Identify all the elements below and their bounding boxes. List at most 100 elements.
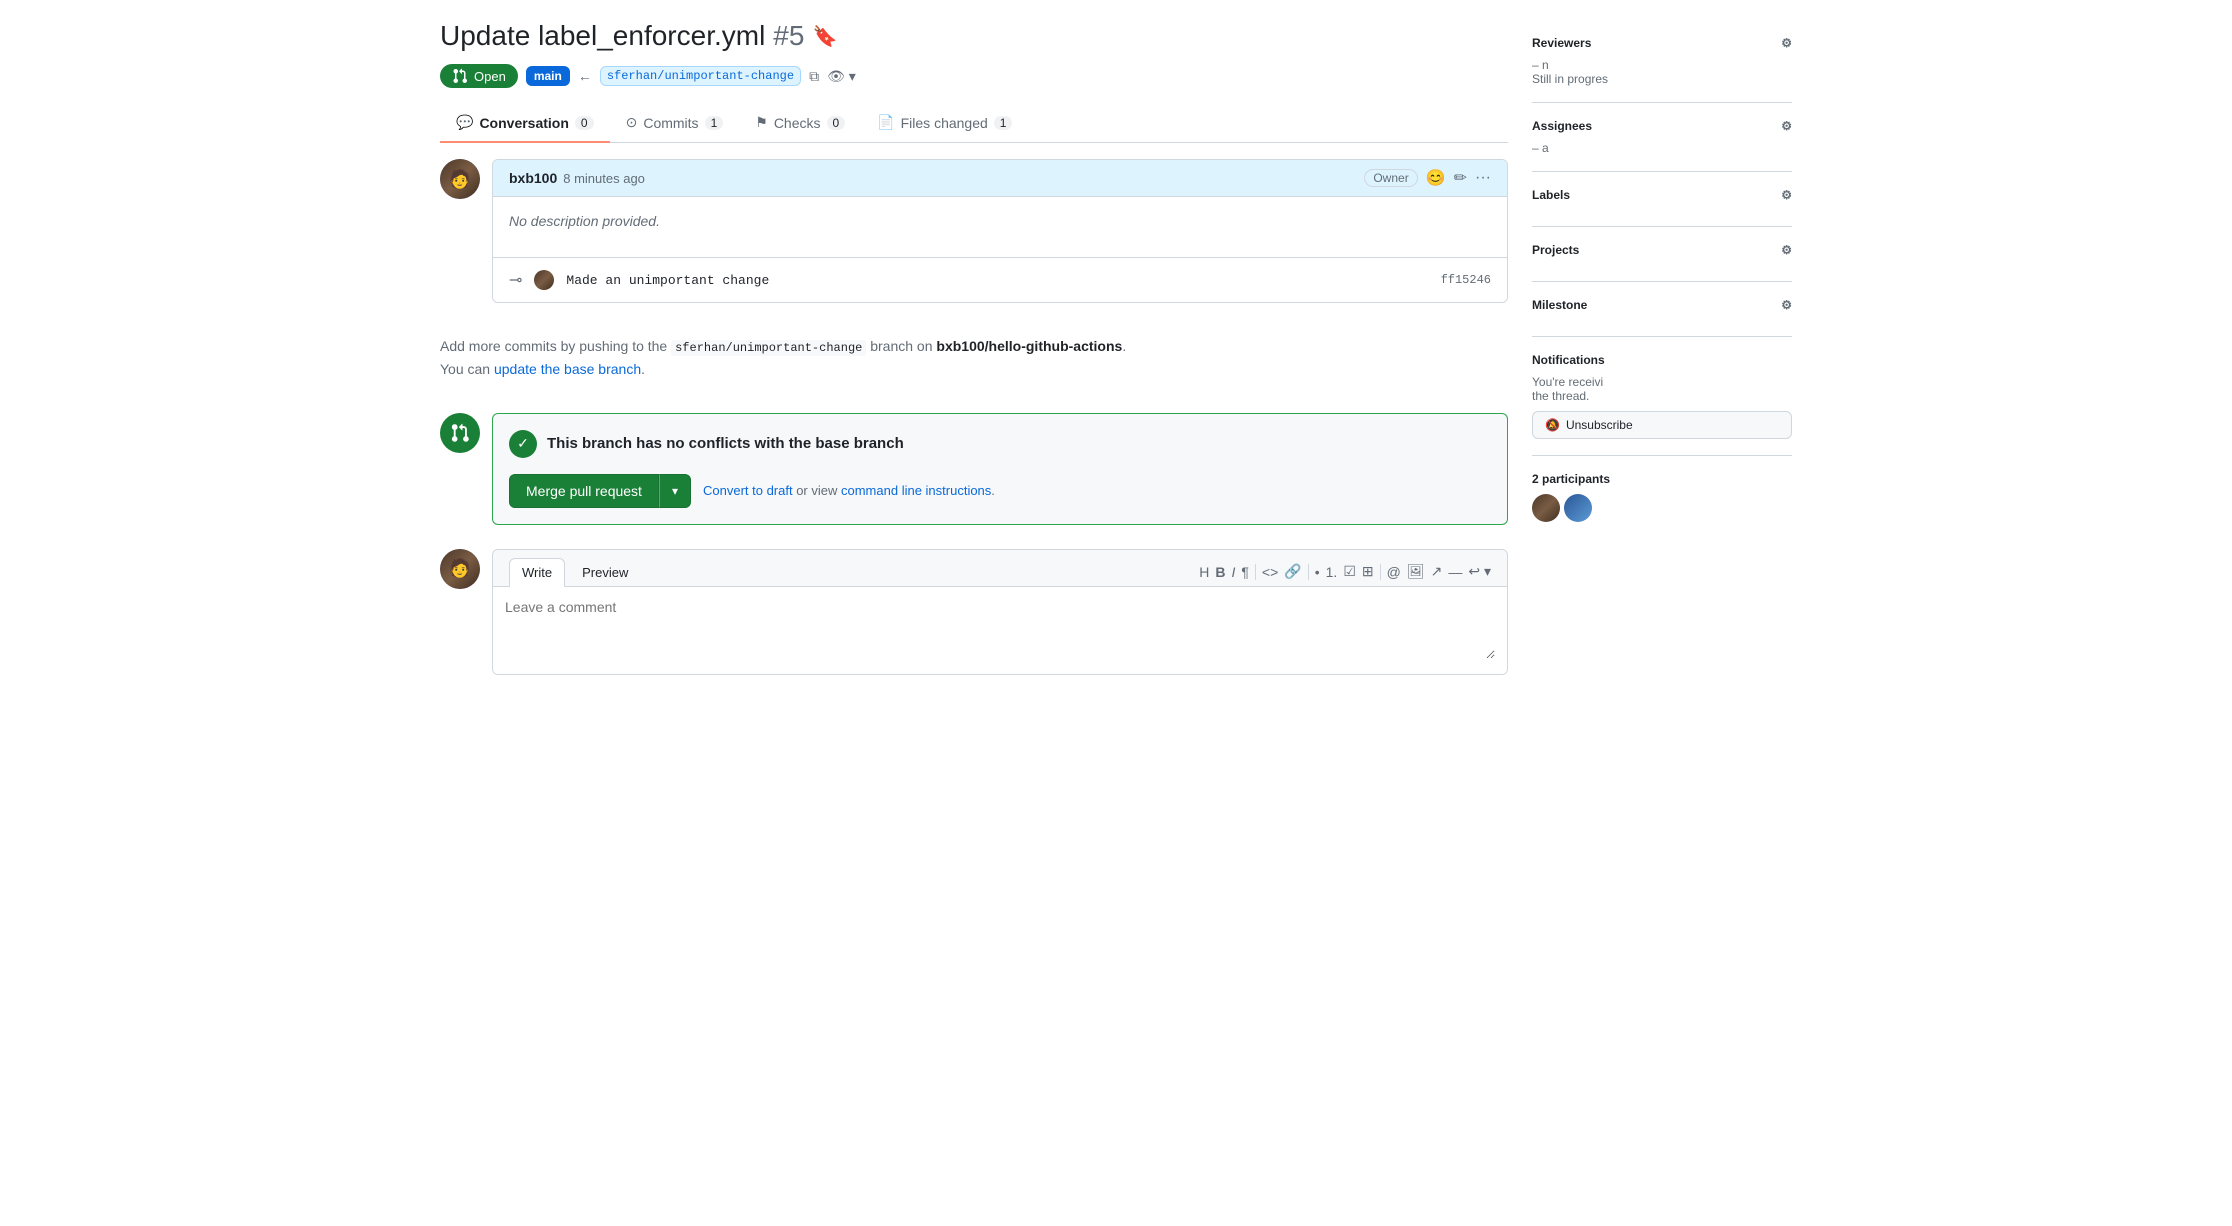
toolbar-code-button[interactable]: <> — [1262, 564, 1278, 580]
toolbar-table-button[interactable]: ⊞ — [1362, 563, 1374, 580]
sidebar-notifications-text: You're receivi the thread. — [1532, 375, 1792, 403]
head-branch-link[interactable]: sferhan/unimportant-change — [600, 66, 801, 86]
watch-icon[interactable]: 👁 ▾ — [827, 68, 856, 85]
merge-icon-col — [440, 413, 480, 525]
pr-number: #5 — [773, 20, 804, 52]
bookmark-icon[interactable]: 🔖 — [812, 24, 837, 49]
pr-meta: Open main ← sferhan/unimportant-change ⧉… — [440, 64, 1508, 88]
assignees-gear-icon[interactable]: ⚙ — [1781, 119, 1792, 133]
merge-pr-icon — [450, 423, 470, 443]
toolbar-italic-button[interactable]: I — [1232, 564, 1236, 580]
merge-icon-box — [440, 413, 480, 453]
sidebar-reviewers: Reviewers ⚙ – n Still in progres — [1532, 20, 1792, 103]
current-user-avatar: 🧑 — [440, 549, 480, 589]
sidebar-notifications-title: Notifications — [1532, 353, 1792, 367]
comment-author: bxb100 — [509, 170, 557, 186]
convert-to-draft-link[interactable]: Convert to draft — [703, 483, 793, 498]
sidebar-notifications: Notifications You're receivi the thread.… — [1532, 337, 1792, 456]
sidebar-assignees-title: Assignees ⚙ — [1532, 119, 1792, 133]
tab-checks[interactable]: ⚑ Checks 0 — [739, 104, 861, 143]
more-options-button[interactable]: ··· — [1475, 169, 1491, 187]
sidebar-participants: 2 participants — [1532, 456, 1792, 538]
tab-checks-count: 0 — [827, 116, 846, 130]
merge-dropdown-button[interactable]: ▾ — [659, 474, 691, 508]
toolbar-bold-button[interactable]: B — [1215, 564, 1225, 580]
comment-time: 8 minutes ago — [563, 171, 645, 186]
participant-avatar-1 — [1532, 494, 1560, 522]
reviewers-suffix: n — [1542, 58, 1549, 72]
toolbar-unordered-list-button[interactable]: • — [1315, 564, 1320, 580]
tab-conversation-count: 0 — [575, 116, 594, 130]
toolbar-mention-button[interactable]: @ — [1387, 564, 1401, 580]
toolbar-link-button[interactable]: 🔗 — [1284, 563, 1301, 580]
tab-commits[interactable]: ⊙ Commits 1 — [610, 104, 740, 143]
info-text-before: Add more commits by pushing to the — [440, 338, 671, 354]
commit-graph-icon: ⊸ — [509, 270, 522, 290]
tab-conversation-label: Conversation — [479, 115, 568, 131]
comment-header: bxb100 8 minutes ago Owner 😊 ✏ ··· — [493, 160, 1507, 197]
tab-files-count: 1 — [994, 116, 1013, 130]
base-branch-badge: main — [526, 66, 570, 86]
comment-textarea-wrapper — [493, 587, 1507, 674]
files-icon: 📄 — [877, 114, 894, 131]
unsubscribe-button[interactable]: 🔕 Unsubscribe — [1532, 411, 1792, 439]
edit-comment-button[interactable]: ✏ — [1454, 168, 1467, 188]
unsubscribe-label: Unsubscribe — [1566, 418, 1633, 432]
tab-files-changed[interactable]: 📄 Files changed 1 — [861, 104, 1028, 143]
info-line2-before: You can — [440, 361, 494, 377]
milestone-gear-icon[interactable]: ⚙ — [1781, 298, 1792, 312]
merge-pull-request-button[interactable]: Merge pull request — [509, 474, 659, 508]
status-badge: Open — [440, 64, 518, 88]
toolbar-quote-button[interactable]: ¶ — [1241, 564, 1249, 580]
reviewers-status: Still in progres — [1532, 72, 1608, 86]
comment-text: No description provided. — [509, 213, 660, 229]
projects-gear-icon[interactable]: ⚙ — [1781, 243, 1792, 257]
merge-btn-group: Merge pull request ▾ — [509, 474, 691, 508]
info-line2-after: . — [641, 361, 645, 377]
reviewers-gear-icon[interactable]: ⚙ — [1781, 36, 1792, 50]
info-repo-bold: bxb100/hello-github-actions — [936, 338, 1122, 354]
copy-icon[interactable]: ⧉ — [809, 68, 819, 85]
checks-icon: ⚑ — [755, 114, 768, 131]
labels-gear-icon[interactable]: ⚙ — [1781, 188, 1792, 202]
commit-line: ⊸ Made an unimportant change ff15246 — [493, 257, 1507, 302]
reviewers-label: Reviewers — [1532, 36, 1591, 50]
conversation-icon: 💬 — [456, 114, 473, 131]
toolbar-undo-button[interactable]: ↩ ▾ — [1468, 563, 1491, 580]
write-tab[interactable]: Write — [509, 558, 565, 587]
toolbar-task-list-button[interactable]: ☑ — [1343, 563, 1356, 580]
projects-label: Projects — [1532, 243, 1579, 257]
emoji-reaction-button[interactable]: 😊 — [1426, 168, 1446, 188]
sidebar-projects: Projects ⚙ — [1532, 227, 1792, 282]
push-info: Add more commits by pushing to the sferh… — [440, 319, 1508, 397]
comment-textarea[interactable] — [505, 599, 1495, 659]
comment-header-right: Owner 😊 ✏ ··· — [1364, 168, 1491, 188]
participants-list — [1532, 494, 1792, 522]
new-comment-wrapper: 🧑 Write Preview H B I ¶ <> 🔗 — [440, 549, 1508, 675]
toolbar-crossref-button[interactable]: ↗ — [1431, 563, 1443, 580]
assignees-suffix: a — [1542, 141, 1549, 155]
participant-avatar-2 — [1564, 494, 1592, 522]
sidebar-reviewers-title: Reviewers ⚙ — [1532, 36, 1792, 50]
toolbar-strikethrough-button[interactable]: — — [1448, 564, 1462, 580]
pr-open-icon — [452, 68, 468, 84]
preview-tab[interactable]: Preview — [569, 558, 641, 586]
write-toolbar: H B I ¶ <> 🔗 • 1. ☑ ⊞ @ 🖼 — [1199, 563, 1491, 580]
toolbar-heading-button[interactable]: H — [1199, 564, 1209, 580]
status-label: Open — [474, 69, 506, 84]
commits-icon: ⊙ — [626, 114, 638, 131]
sidebar: Reviewers ⚙ – n Still in progres Assigne… — [1532, 20, 1792, 675]
info-branch-code: sferhan/unimportant-change — [671, 340, 866, 356]
bell-icon: 🔕 — [1545, 418, 1560, 432]
toolbar-ordered-list-button[interactable]: 1. — [1326, 564, 1338, 580]
toolbar-image-button[interactable]: 🖼 — [1407, 563, 1425, 580]
info-text-after: . — [1122, 338, 1126, 354]
update-base-branch-link[interactable]: update the base branch — [494, 361, 641, 377]
milestone-label: Milestone — [1532, 298, 1587, 312]
notifications-text: You're receivi — [1532, 375, 1603, 389]
tab-conversation[interactable]: 💬 Conversation 0 — [440, 104, 610, 143]
tab-files-label: Files changed — [901, 115, 988, 131]
sidebar-projects-title: Projects ⚙ — [1532, 243, 1792, 257]
arrow-left-icon: ← — [578, 68, 592, 84]
command-line-instructions-link[interactable]: command line instructions — [841, 483, 991, 498]
